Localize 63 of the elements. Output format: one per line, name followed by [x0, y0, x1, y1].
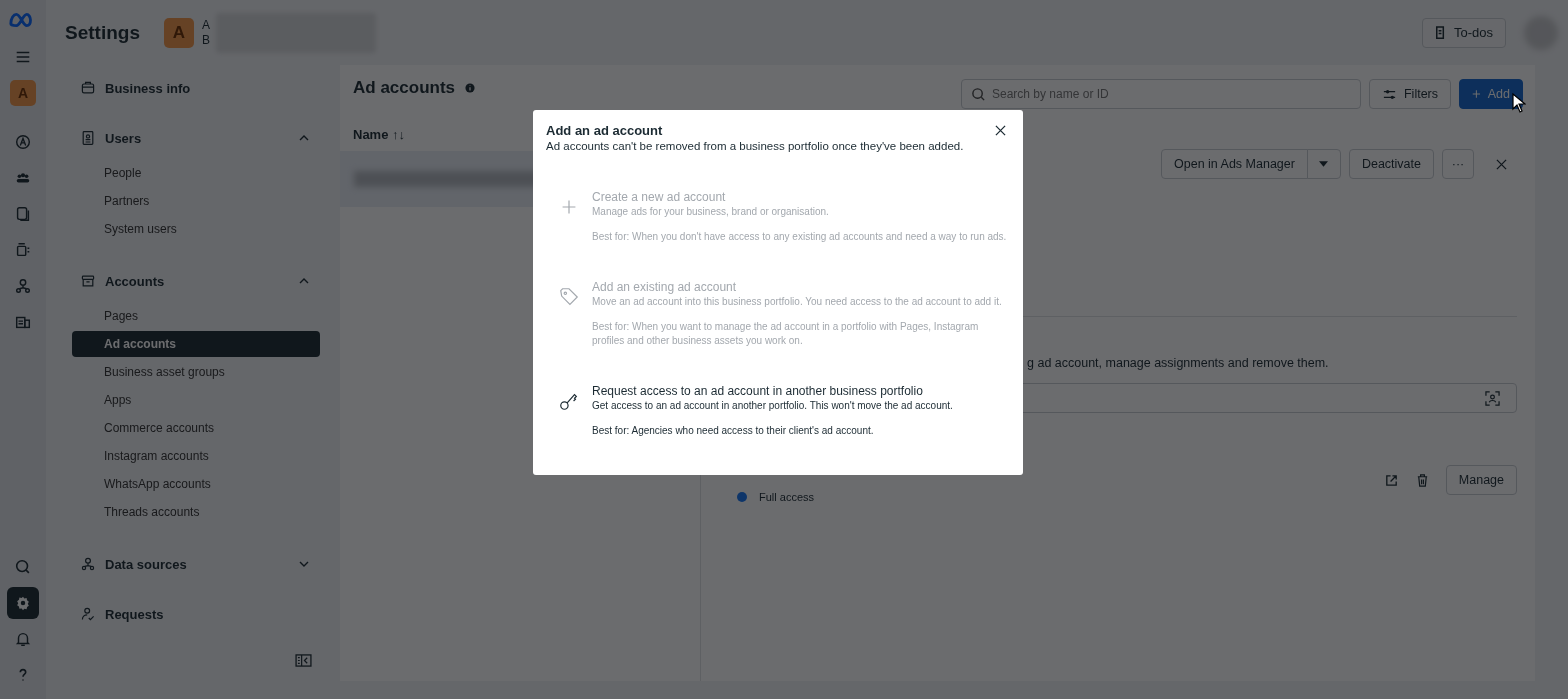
- archive-box-icon: [80, 273, 96, 289]
- sidebar-item[interactable]: Threads accounts: [72, 499, 320, 525]
- search-icon: [971, 87, 986, 102]
- option-best-for: Best for: When you want to manage the ad account in a portfolio with Pages, Instagram profiles and other business assets you work on.: [592, 320, 980, 348]
- rail-button[interactable]: [7, 587, 39, 619]
- sidebar-section[interactable]: Data sources: [72, 553, 320, 575]
- sidebar-item[interactable]: Instagram accounts: [72, 443, 320, 469]
- add-button[interactable]: Add: [1459, 79, 1523, 109]
- ads-icon: [14, 133, 32, 151]
- dialog-title: Add an ad account: [546, 123, 664, 138]
- deactivate-button[interactable]: Deactivate: [1348, 149, 1434, 179]
- todos-button[interactable]: To-dos: [1421, 17, 1506, 48]
- description-text: g ad account, manage assignments and remove them.: [1027, 356, 1329, 370]
- sidebar-section[interactable]: Users: [72, 127, 320, 149]
- manage-button[interactable]: Manage: [1445, 465, 1517, 495]
- sidebar-section[interactable]: Requests: [72, 603, 320, 625]
- filters-button[interactable]: Filters: [1368, 79, 1451, 109]
- sidebar-item[interactable]: WhatsApp accounts: [72, 471, 320, 497]
- open-in-ads-manager-button[interactable]: Open in Ads Manager: [1161, 149, 1308, 179]
- more-button[interactable]: ···: [1442, 149, 1474, 179]
- option-best-for: Best for: Agencies who need access to their client's ad account.: [592, 424, 875, 438]
- assets-icon: [14, 241, 32, 259]
- option-best-for: Best for: When you don't have access to any existing ad accounts and need a way to run ads.: [592, 230, 1008, 244]
- sidebar-item[interactable]: People: [72, 160, 320, 186]
- sidebar-item[interactable]: Business asset groups: [72, 359, 320, 385]
- pages-icon: [14, 205, 32, 223]
- plus-icon: [1472, 89, 1481, 99]
- sidebar-item[interactable]: Commerce accounts: [72, 415, 320, 441]
- bell-icon: [14, 630, 32, 648]
- caret-icon: [1319, 161, 1329, 167]
- portfolio-name: A: [201, 17, 210, 33]
- close-icon[interactable]: [995, 125, 1006, 136]
- sidebar-item[interactable]: Pages: [72, 303, 320, 329]
- option-description: Manage ads for your business, brand or organisation.: [592, 206, 830, 217]
- network-icon: [80, 556, 96, 572]
- person-check-icon: [80, 606, 96, 622]
- sidebar-item[interactable]: System users: [72, 216, 320, 242]
- option-description: Get access to an ad account in another portfolio. This won't move the ad account.: [592, 400, 954, 411]
- dialog-subtitle: Ad accounts can't be removed from a business portfolio once they've been added.: [546, 140, 965, 152]
- tag-icon: [558, 286, 580, 308]
- info-icon[interactable]: [465, 83, 476, 93]
- access-label: Full access: [759, 491, 815, 503]
- id-card-icon: [80, 130, 96, 146]
- person-scan-icon[interactable]: [1485, 390, 1500, 406]
- settings-icon: [14, 594, 32, 612]
- profile-icon: [737, 492, 747, 502]
- search-icon: [14, 558, 32, 576]
- panel-title: Ad accounts: [353, 78, 456, 98]
- sidebar-item[interactable]: Partners: [72, 188, 320, 214]
- option-title[interactable]: Request access to an ad account in another business portfolio: [592, 384, 1010, 398]
- page-title: Settings: [65, 21, 140, 44]
- sidebar-section[interactable]: Business info: [72, 77, 320, 99]
- cursor-icon: [1512, 92, 1526, 114]
- dropdown-button[interactable]: [1306, 149, 1341, 179]
- portfolio-subtitle: B: [201, 32, 210, 48]
- sidebar-section[interactable]: Accounts: [72, 270, 320, 292]
- collapse-sidebar-icon[interactable]: [295, 654, 312, 667]
- network-icon: [14, 277, 32, 295]
- sidebar-item[interactable]: Apps: [72, 387, 320, 413]
- external-link-icon[interactable]: [1383, 472, 1399, 488]
- sidebar-item[interactable]: Ad accounts: [72, 331, 320, 357]
- briefcase-icon: [80, 80, 96, 96]
- option-description: Move an ad account into this business portfolio. You need access to the ad account to add it.: [592, 296, 1003, 307]
